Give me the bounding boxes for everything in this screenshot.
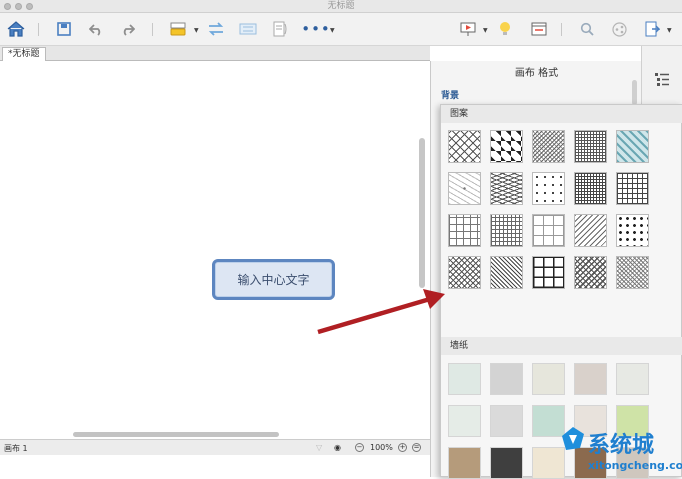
watermark-logo-icon: [562, 427, 584, 450]
watermark-url: xitongcheng.com: [588, 459, 682, 472]
annotation-arrow: [317, 289, 445, 335]
watermark-brand: 系统城: [588, 433, 655, 458]
